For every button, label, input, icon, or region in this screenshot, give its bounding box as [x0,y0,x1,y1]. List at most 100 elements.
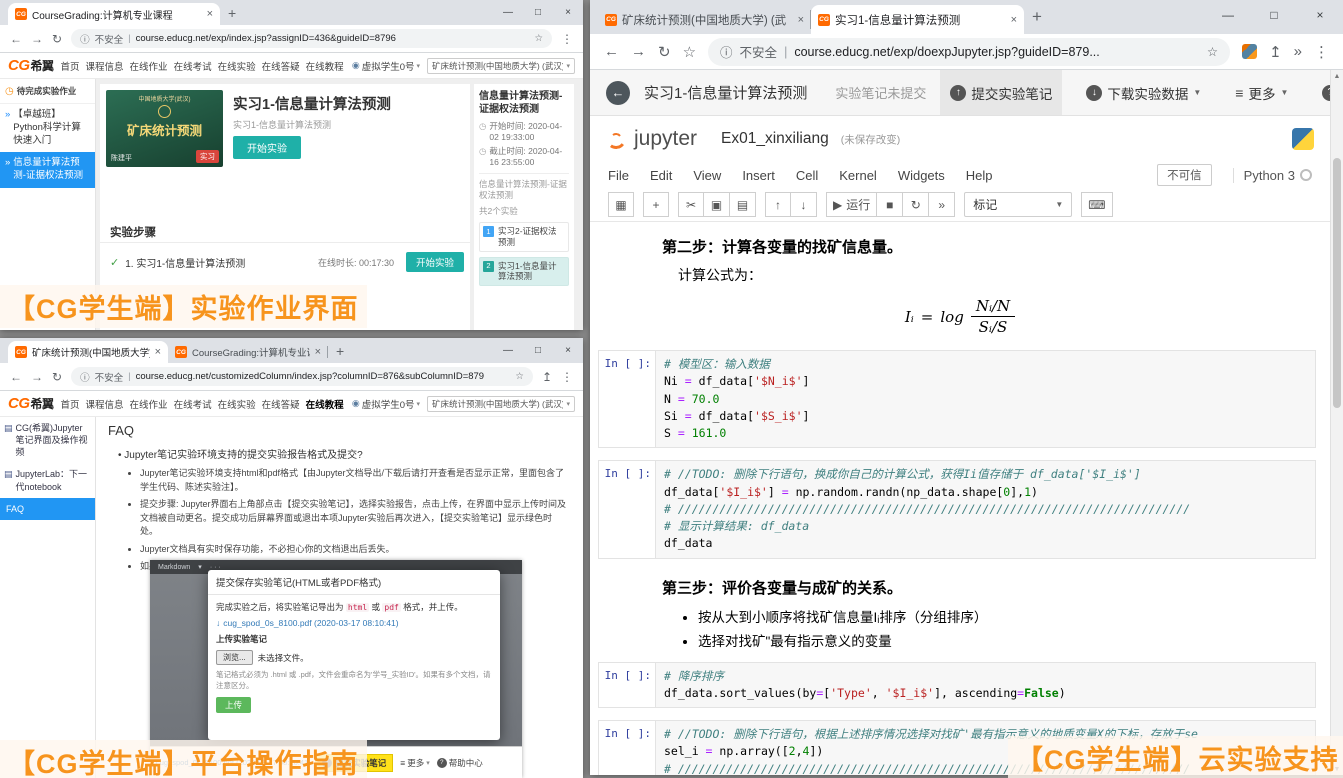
cg-logo[interactable]: CG希翼 [8,395,54,412]
reload-icon[interactable]: ↻ [52,32,62,46]
upload-button[interactable]: 上传 [216,697,251,713]
browser-tab[interactable]: CG矿床统计预测(中国地质大学) (武× [8,341,168,363]
browser-tab[interactable]: CG矿床统计预测(中国地质大学) (武× [598,5,811,34]
nav-item[interactable]: 在线考试 [174,59,212,73]
minimize-button[interactable]: — [1205,0,1251,30]
nav-item[interactable]: 在线答疑 [262,59,300,73]
menu-file[interactable]: File [608,168,629,183]
back-icon[interactable]: ← [10,370,22,384]
info-icon[interactable]: ⓘ [720,42,733,61]
browser-menu-icon[interactable]: ⋮ [561,32,573,46]
nav-item[interactable]: 在线答疑 [262,397,300,411]
back-icon[interactable]: ← [604,43,619,60]
nav-item[interactable]: 在线教程 [306,397,344,411]
bookmark-star-icon[interactable]: ☆ [534,33,543,44]
user-menu[interactable]: ◉虚拟学生0号▾ [352,59,420,73]
command-palette-button[interactable]: ⌨ [1081,192,1112,217]
nav-item[interactable]: 课程信息 [86,59,124,73]
code-input[interactable]: # 降序排序df_data.sort_values(by=['Type', '$… [655,663,1315,708]
nav-item[interactable]: 课程信息 [86,397,124,411]
sidebar-item[interactable]: »【卓越班】Python科学计算快速入门 [0,104,95,152]
sidebar-item[interactable]: FAQ [0,498,95,520]
reload-icon[interactable]: ↻ [658,43,671,61]
experiment-list-item[interactable]: 2实习1-信息量计算法预测 [479,257,569,286]
code-input[interactable]: # 模型区：输入数据Ni = df_data['$N_i$']N = 70.0S… [655,351,1315,447]
nav-item[interactable]: 在线实验 [218,397,256,411]
share-icon[interactable]: ↥ [1269,43,1282,61]
experiment-list-item[interactable]: 1实习2-证据权法预测 [479,222,569,251]
trust-button[interactable]: 不可信 [1157,164,1212,186]
menu-kernel[interactable]: Kernel [839,168,877,183]
browse-button[interactable]: 浏览... [216,650,253,665]
sidebar-item[interactable]: »信息量计算法预测-证据权法预测 [0,152,95,188]
nav-item[interactable]: 首页 [61,59,80,73]
info-icon[interactable]: ⓘ [80,370,90,384]
course-banner[interactable]: 中国地质大学(武汉) 矿床统计预测 陈建平 实习 [106,90,223,167]
code-cell[interactable]: In [ ]:# 降序排序df_data.sort_values(by=['Ty… [598,662,1316,709]
download-data-button[interactable]: ↓下载实验数据▼ [1076,70,1211,115]
sidebar-item[interactable]: ▤JupyterLab：下一代notebook [0,463,95,497]
scrollbar-thumb[interactable] [1333,158,1341,408]
cell-type-select[interactable]: 标记▼ [964,192,1072,217]
new-tab-button[interactable]: + [1032,8,1042,25]
code-input[interactable]: # //TODO: 删除下行语句，换成你自己的计算公式，获得Ii值存储于 df_… [655,461,1315,557]
nav-item[interactable]: 在线教程 [306,59,344,73]
move-up-button[interactable]: ↑ [765,192,791,217]
tab-close-icon[interactable]: × [1011,14,1017,26]
notebook-filename[interactable]: Ex01_xinxiliang [721,130,829,148]
java-extension-icon[interactable] [1242,44,1257,59]
close-button[interactable]: × [1297,0,1343,30]
start-experiment-button[interactable]: 开始实验 [406,252,464,272]
sidebar-item[interactable]: ▤CG(希翼)Jupyter笔记界面及操作视频 [0,417,95,463]
course-select[interactable]: 矿床统计预测(中国地质大学) (武汉)▾ [427,396,575,412]
forward-icon[interactable]: → [31,370,43,384]
start-experiment-button[interactable]: 开始实验 [233,136,301,159]
forward-icon[interactable]: → [631,43,646,60]
scroll-up-icon[interactable]: ▲ [1331,70,1343,82]
share-icon[interactable]: ↥ [542,370,552,384]
nav-item[interactable]: 在线作业 [130,397,168,411]
url-field[interactable]: ⓘ 不安全 | course.educg.net/customizedColum… [71,367,533,386]
nav-item[interactable]: 首页 [61,397,80,411]
cut-cell-button[interactable]: ✂ [678,192,704,217]
code-cell[interactable]: In [ ]:# 模型区：输入数据Ni = df_data['$N_i$']N … [598,350,1316,448]
browser-tab[interactable]: CGCourseGrading:计算机专业课程× [168,341,328,363]
cg-logo[interactable]: CG希翼 [8,57,54,74]
menu-cell[interactable]: Cell [796,168,818,183]
info-icon[interactable]: ⓘ [80,32,90,46]
uploaded-file-link[interactable]: ↓cug_spod_0s_8100.pdf (2020-03-17 08:10:… [216,618,492,628]
menu-widgets[interactable]: Widgets [898,168,945,183]
menu-edit[interactable]: Edit [650,168,672,183]
minimize-button[interactable]: — [493,338,523,362]
nav-item[interactable]: 在线考试 [174,397,212,411]
restart-run-all-button[interactable]: » [929,192,955,217]
minimize-button[interactable]: — [493,0,523,24]
tab-close-icon[interactable]: × [155,346,161,358]
browser-tab[interactable]: CG实习1-信息量计算法预测× [811,5,1024,34]
menu-insert[interactable]: Insert [742,168,775,183]
new-tab-button[interactable]: + [336,344,344,358]
run-button[interactable]: ▶运行 [826,192,877,217]
url-field[interactable]: ⓘ 不安全 | course.educg.net/exp/doexpJupyte… [708,38,1230,66]
tab-close-icon[interactable]: × [798,14,804,26]
stop-button[interactable]: ■ [877,192,903,217]
maximize-button[interactable]: □ [523,0,553,24]
extensions-icon[interactable]: » [1294,43,1302,60]
menu-help[interactable]: Help [966,168,993,183]
user-menu[interactable]: ◉虚拟学生0号▾ [352,397,420,411]
maximize-button[interactable]: □ [523,338,553,362]
more-menu[interactable]: ≡更多▼ [1225,70,1298,115]
browser-menu-icon[interactable]: ⋮ [561,370,573,384]
tab-close-icon[interactable]: × [315,346,321,358]
nav-item[interactable]: 在线实验 [218,59,256,73]
bookmark-star-icon[interactable]: ☆ [515,371,524,382]
code-cell[interactable]: In [ ]:# //TODO: 删除下行语句，换成你自己的计算公式，获得Ii值… [598,460,1316,558]
course-select[interactable]: 矿床统计预测(中国地质大学) (武汉)▾ [427,58,575,74]
more-menu[interactable]: ≡更多▾ [400,757,430,769]
reload-icon[interactable]: ↻ [52,370,62,384]
restart-kernel-button[interactable]: ↻ [903,192,929,217]
maximize-button[interactable]: □ [1251,0,1297,30]
nav-item[interactable]: 在线作业 [130,59,168,73]
move-down-button[interactable]: ↓ [791,192,817,217]
close-button[interactable]: × [553,0,583,24]
